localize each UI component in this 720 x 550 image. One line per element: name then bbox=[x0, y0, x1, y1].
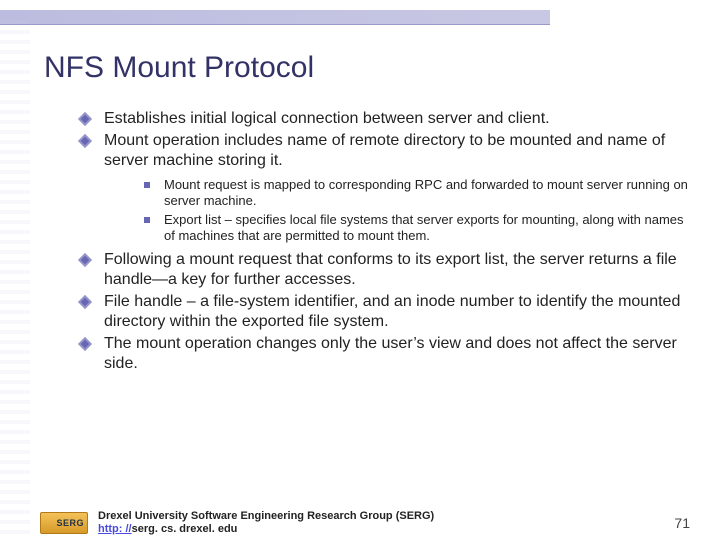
slide-footer: SERG Drexel University Software Engineer… bbox=[40, 510, 696, 536]
sub-bullet-text: Export list – specifies local file syste… bbox=[164, 212, 684, 243]
bullet-item: Following a mount request that conforms … bbox=[80, 250, 690, 290]
bullet-item: The mount operation changes only the use… bbox=[80, 334, 690, 374]
bullet-text: The mount operation changes only the use… bbox=[104, 335, 677, 372]
bullet-text: Following a mount request that conforms … bbox=[104, 251, 677, 288]
serg-logo-text: SERG bbox=[56, 518, 84, 528]
sub-bullet-item: Mount request is mapped to corresponding… bbox=[144, 177, 690, 210]
bullet-text: File handle – a file-system identifier, … bbox=[104, 293, 680, 330]
footer-org: Drexel University Software Engineering R… bbox=[98, 510, 434, 522]
footer-text: Drexel University Software Engineering R… bbox=[98, 510, 664, 536]
left-decor-pattern bbox=[0, 20, 30, 540]
top-decor-bar bbox=[0, 10, 550, 25]
sub-bullet-text: Mount request is mapped to corresponding… bbox=[164, 177, 688, 208]
bullet-text: Mount operation includes name of remote … bbox=[104, 132, 665, 169]
bullet-item: Mount operation includes name of remote … bbox=[80, 131, 690, 244]
bullet-item: File handle – a file-system identifier, … bbox=[80, 292, 690, 332]
bullet-text: Establishes initial logical connection b… bbox=[104, 110, 550, 127]
slide-content: Establishes initial logical connection b… bbox=[80, 109, 690, 374]
slide-title: NFS Mount Protocol bbox=[44, 51, 720, 85]
serg-logo: SERG bbox=[40, 512, 88, 534]
bullet-item: Establishes initial logical connection b… bbox=[80, 109, 690, 129]
page-number: 71 bbox=[674, 515, 696, 531]
sub-bullet-item: Export list – specifies local file syste… bbox=[144, 212, 690, 245]
footer-link-tail: serg. cs. drexel. edu bbox=[132, 523, 238, 535]
footer-link-prefix: http: // bbox=[98, 523, 132, 535]
